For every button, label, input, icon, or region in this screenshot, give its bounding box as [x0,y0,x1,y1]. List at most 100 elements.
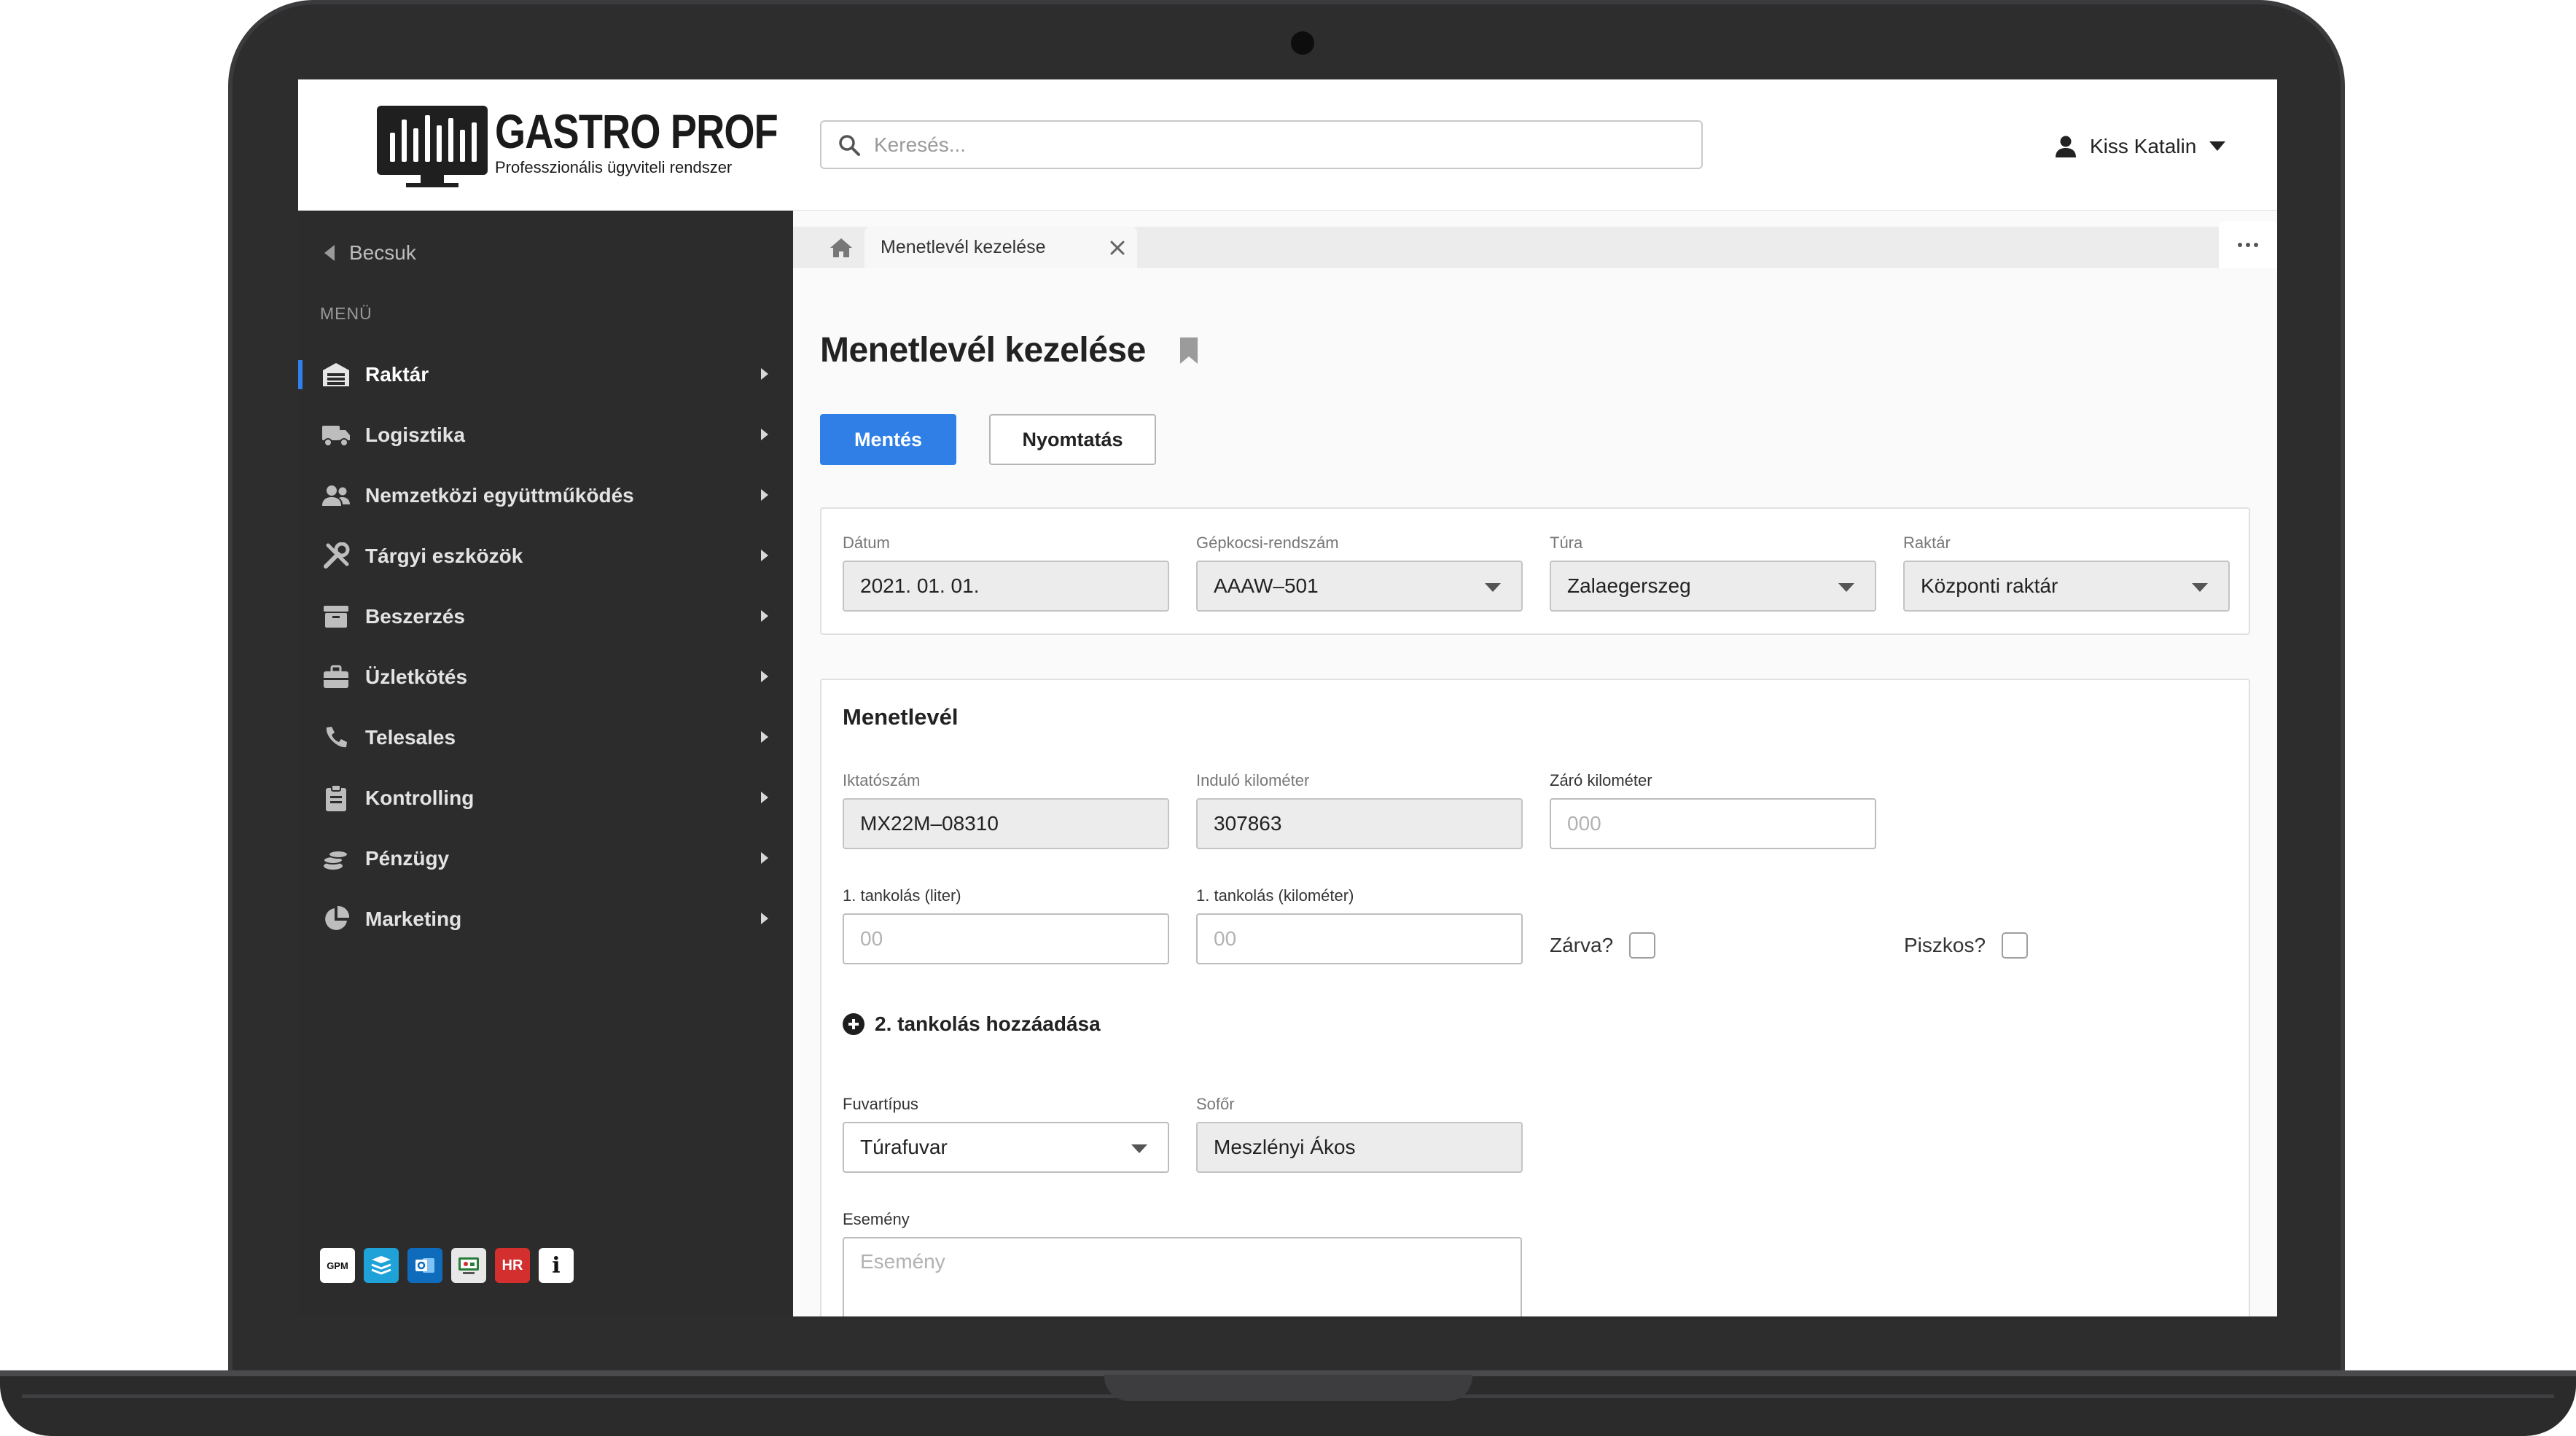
fuel1-liter-input[interactable]: 00 [843,913,1169,964]
waybill-title: Menetlevél [843,704,959,730]
dirty-checkbox[interactable] [2002,932,2029,959]
driver-input[interactable]: Meszlényi Ákos [1196,1122,1523,1173]
end-km-field: Záró kilométer 000 [1550,771,1876,849]
clipboard-icon [320,782,352,814]
caret-right-icon [761,792,768,803]
freight-type-field: Fuvartípus Túrafuvar [843,1095,1169,1173]
caret-right-icon [761,610,768,622]
sidebar-item-nemzetkozi[interactable]: Nemzetközi együttműködés [298,465,793,526]
caret-right-icon [761,671,768,682]
closed-label: Zárva? [1550,934,1614,956]
sidebar-item-label: Logisztika [365,423,465,446]
layers-app-icon[interactable] [364,1248,399,1283]
search-input[interactable] [874,129,1676,161]
hr-master-app-icon[interactable]: HR [495,1248,530,1283]
gpm-app-icon[interactable]: GPM [320,1248,355,1283]
sidebar-item-label: Telesales [365,725,456,749]
sidebar-item-beszerzes[interactable]: Beszerzés [298,586,793,647]
sidebar-item-uzletkotes[interactable]: Üzletkötés [298,647,793,707]
sidebar-item-label: Kontrolling [365,786,475,809]
sidebar-item-telesales[interactable]: Telesales [298,707,793,768]
warehouse-select[interactable]: Központi raktár [1903,561,2230,612]
app-shortcuts: GPM HR i [320,1248,574,1283]
user-menu[interactable]: Kiss Katalin [2055,132,2226,161]
sidebar-item-penzugy[interactable]: Pénzügy [298,828,793,889]
tab-menetlevel-kezelese[interactable]: Menetlevél kezelése [864,227,1137,268]
add-second-fueling-button[interactable]: 2. tankolás hozzáadása [843,1012,1101,1036]
waybill-card: Menetlevél Iktatószám MX22M–08310 Induló… [820,679,2250,1316]
start-km-label: Induló kilométer [1196,771,1310,789]
ref-input[interactable]: MX22M–08310 [843,798,1169,849]
warehouse-field: Raktár Központi raktár [1903,534,2230,612]
bookmark-icon[interactable] [1179,336,1199,365]
ref-label: Iktatószám [843,771,921,789]
info-app-icon[interactable]: i [539,1248,574,1283]
warehouse-icon [320,359,352,391]
collapse-sidebar-button[interactable]: Becsuk [324,241,416,265]
sidebar-item-raktar[interactable]: Raktár [298,344,793,405]
end-km-label: Záró kilométer [1550,771,1652,789]
sidebar-item-logisztika[interactable]: Logisztika [298,405,793,465]
caret-right-icon [761,489,768,501]
logo[interactable]: GASTRO PROF Professzionális ügyviteli re… [377,106,778,187]
closed-field: Zárva? [1550,932,1656,959]
plate-select[interactable]: AAAW–501 [1196,561,1523,612]
caret-right-icon [761,429,768,440]
sidebar-item-targyi-eszkozok[interactable]: Tárgyi eszközök [298,526,793,586]
more-options-button[interactable] [2219,221,2277,268]
outlook-app-icon[interactable] [407,1248,442,1283]
fuel1-liter-field: 1. tankolás (liter) 00 [843,886,1169,964]
start-km-field: Induló kilométer 307863 [1196,771,1523,849]
close-icon[interactable] [1108,238,1127,257]
home-tab[interactable] [821,227,862,268]
fuel1-km-input[interactable]: 00 [1196,913,1523,964]
top-bar: GASTRO PROF Professzionális ügyviteli re… [298,79,2277,211]
ref-field: Iktatószám MX22M–08310 [843,771,1169,849]
save-button[interactable]: Mentés [820,414,956,465]
briefcase-icon [320,661,352,693]
tour-field: Túra Zalaegerszeg [1550,534,1876,612]
chevron-down-icon [1485,583,1501,592]
plate-label: Gépkocsi-rendszám [1196,534,1339,552]
camera [1291,31,1314,55]
sidebar-item-marketing[interactable]: Marketing [298,889,793,949]
tools-icon [320,540,352,572]
dot [2246,242,2250,247]
date-input[interactable]: 2021. 01. 01. [843,561,1169,612]
freight-type-value: Túrafuvar [860,1136,948,1158]
event-label: Esemény [843,1210,910,1228]
pie-chart-icon [320,903,352,935]
driver-field: Sofőr Meszlényi Ákos [1196,1095,1523,1173]
date-label: Dátum [843,534,890,552]
start-km-input[interactable]: 307863 [1196,798,1523,849]
search-box [820,120,1703,169]
truck-icon [320,419,352,451]
filter-card: Dátum 2021. 01. 01. Gépkocsi-rendszám AA… [820,507,2250,635]
sidebar-item-kontrolling[interactable]: Kontrolling [298,768,793,828]
freight-type-select[interactable]: Túrafuvar [843,1122,1169,1173]
end-km-input[interactable]: 000 [1550,798,1876,849]
logo-foot [406,183,458,187]
chevron-down-icon [2209,141,2226,151]
warehouse-value: Központi raktár [1921,574,2058,597]
phone-icon [320,722,352,754]
chevron-down-icon [2192,583,2208,592]
sidebar-item-label: Marketing [365,907,462,930]
freight-type-label: Fuvartípus [843,1095,918,1113]
fuel1-km-label: 1. tankolás (kilométer) [1196,886,1354,905]
user-icon [2056,136,2076,157]
webshop-app-icon[interactable] [451,1248,486,1283]
event-textarea[interactable]: Esemény [843,1237,1522,1316]
dirty-field: Piszkos? [1904,932,2029,959]
tour-select[interactable]: Zalaegerszeg [1550,561,1876,612]
print-button[interactable]: Nyomtatás [989,414,1156,465]
caret-right-icon [761,550,768,561]
plate-value: AAAW–501 [1214,574,1319,597]
box-icon [320,601,352,633]
menu-heading: MENÜ [320,304,372,323]
main-content: Menetlevél kezelése Menetlevél kezelése … [793,211,2277,1316]
closed-checkbox[interactable] [1629,932,1656,959]
sidebar-item-label: Pénzügy [365,846,450,870]
sidebar-item-label: Beszerzés [365,604,465,628]
people-icon [320,480,352,512]
